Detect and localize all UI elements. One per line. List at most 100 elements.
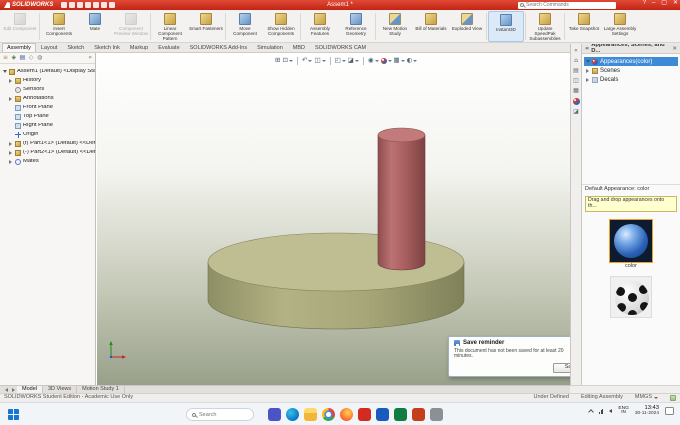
tree-item-front-plane[interactable]: Front Plane (0, 103, 95, 112)
ribbon-component-preview-window[interactable]: Component Preview Window (113, 11, 149, 42)
graphics-viewport[interactable]: Save reminder This document has not been… (97, 53, 570, 385)
file-explorer-app-icon[interactable] (304, 408, 317, 421)
tree-item-origin[interactable]: Origin (0, 130, 95, 139)
tab-motion-study-1[interactable]: Motion Study 1 (77, 386, 125, 393)
options-icon[interactable] (109, 2, 115, 8)
tree-item-part1[interactable]: (f) Part1<1> (Default) <<Defa (0, 139, 95, 148)
tab-sketch[interactable]: Sketch (62, 43, 89, 52)
network-icon[interactable] (598, 408, 604, 414)
edge-app-icon[interactable] (286, 408, 299, 421)
tree-item-sensors[interactable]: Sensors (0, 85, 95, 94)
ribbon-bill-of-materials[interactable]: Bill of Materials (413, 11, 449, 42)
new-file-icon[interactable] (61, 2, 67, 8)
teams-app-icon[interactable] (268, 408, 281, 421)
zoom-to-area-icon[interactable] (282, 57, 293, 64)
ribbon-move-component[interactable]: Move Component (227, 11, 263, 42)
expand-arrow-icon[interactable] (9, 142, 13, 146)
save-icon[interactable] (77, 2, 83, 8)
zoom-to-fit-icon[interactable] (275, 57, 280, 64)
blue-sphere-preview[interactable] (609, 219, 653, 264)
configurationmanager-tab-icon[interactable]: ▤ (20, 55, 26, 61)
maximize-icon[interactable]: ▢ (661, 0, 667, 6)
ribbon-update-speedpak[interactable]: Update SpeedPak Subassemblies (527, 11, 563, 42)
ribbon-show-hidden-components[interactable]: Show Hidden Components (263, 11, 299, 42)
tab-evaluate[interactable]: Evaluate (153, 43, 184, 52)
expand-arrow-icon[interactable] (3, 70, 7, 73)
expand-arrow-icon[interactable] (9, 97, 13, 101)
tree-item-decals[interactable]: Decals (584, 75, 678, 84)
ribbon-reference-geometry[interactable]: Reference Geometry (338, 11, 374, 42)
ribbon-take-snapshot[interactable]: Take Snapshot (566, 11, 602, 42)
tree-item-top-plane[interactable]: Top Plane (0, 112, 95, 121)
save-button[interactable]: Save (553, 363, 570, 373)
tab-solidworks-add-ins[interactable]: SOLIDWORKS Add-Ins (185, 43, 252, 52)
solidworks-app-icon[interactable] (358, 408, 371, 421)
tree-item-scenes[interactable]: Scenes (584, 66, 678, 75)
ribbon-smart-fasteners[interactable]: Smart Fasteners (188, 11, 224, 42)
tab-simulation[interactable]: Simulation (252, 43, 288, 52)
displaymanager-tab-icon[interactable]: ◍ (37, 55, 42, 61)
rebuild-icon[interactable] (101, 2, 107, 8)
word-app-icon[interactable] (376, 408, 389, 421)
language-indicator[interactable]: ENG IN (618, 406, 628, 417)
expand-arrow-icon[interactable] (9, 160, 13, 164)
hide-show-items-icon[interactable] (368, 57, 379, 64)
status-tag-icon[interactable] (670, 395, 676, 401)
start-button-icon[interactable] (8, 409, 19, 420)
design-library-icon[interactable] (573, 68, 579, 74)
tab-markup[interactable]: Markup (125, 43, 153, 52)
tab-3d-views[interactable]: 3D Views (43, 386, 78, 393)
close-icon[interactable] (672, 45, 677, 53)
ribbon-assembly-features[interactable]: Assembly Features (302, 11, 338, 42)
tree-item-mates[interactable]: Mates (0, 157, 95, 166)
ribbon-linear-component-pattern[interactable]: Linear Component Pattern (152, 11, 188, 42)
section-view-icon[interactable] (314, 57, 326, 64)
expand-arrow-icon[interactable] (9, 151, 13, 155)
appearances-scenes-icon[interactable] (572, 98, 580, 105)
view-palette-icon[interactable] (573, 88, 579, 94)
tree-item-assembly-root[interactable]: Assem1 (Default) <Display State (0, 67, 95, 76)
ribbon-insert-components[interactable]: Insert Components (41, 11, 77, 42)
command-search[interactable] (518, 1, 616, 9)
collapse-chevrons-icon[interactable] (574, 48, 578, 54)
undo-icon[interactable] (93, 2, 99, 8)
edit-appearance-icon[interactable] (380, 57, 392, 64)
volume-icon[interactable] (609, 409, 613, 414)
propertymanager-tab-icon[interactable]: ◈ (12, 55, 17, 61)
scroll-right-icon[interactable] (12, 387, 15, 392)
tree-item-appearances[interactable]: Appearances(color) (584, 57, 678, 66)
clock[interactable]: 13:43 30-11-2024 (635, 405, 659, 417)
tree-item-part2[interactable]: (-) Part2<1> (Default) <<Defa (0, 148, 95, 157)
hidden-icons-chevron[interactable] (588, 409, 594, 416)
firefox-app-icon[interactable] (340, 408, 353, 421)
expand-arrow-icon[interactable] (586, 69, 590, 73)
expand-arrow-icon[interactable] (586, 60, 590, 63)
soccer-ball-preview[interactable] (610, 276, 652, 319)
tree-item-history[interactable]: History (0, 76, 95, 85)
tab-layout[interactable]: Layout (36, 43, 63, 52)
help-icon[interactable]: ? (643, 0, 646, 6)
featuremanager-tab-icon[interactable]: ≡ (3, 55, 8, 61)
command-search-input[interactable] (526, 2, 614, 8)
solidworks-resources-icon[interactable] (574, 58, 578, 64)
scroll-left-icon[interactable] (5, 387, 8, 392)
tab-model[interactable]: Model (17, 386, 43, 393)
tree-item-right-plane[interactable]: Right Plane (0, 121, 95, 130)
tree-item-annotations[interactable]: Annotations (0, 94, 95, 103)
taskbar-search-input[interactable] (199, 411, 241, 418)
chrome-app-icon[interactable] (322, 408, 335, 421)
open-icon[interactable] (69, 2, 75, 8)
display-style-icon[interactable] (348, 57, 359, 64)
apply-scene-icon[interactable] (394, 57, 405, 64)
tab-sketch-ink[interactable]: Sketch Ink (89, 43, 125, 52)
excel-app-icon[interactable] (394, 408, 407, 421)
tab-assembly[interactable]: Assembly (2, 43, 36, 52)
tab-solidworks-cam[interactable]: SOLIDWORKS CAM (310, 43, 371, 52)
minimize-icon[interactable]: – (652, 0, 655, 6)
file-explorer-icon[interactable] (573, 78, 579, 84)
custom-properties-icon[interactable] (573, 109, 579, 115)
ribbon-mate[interactable]: Mate (77, 11, 113, 42)
taskbar-search[interactable] (186, 408, 254, 421)
ribbon-edit-component[interactable]: Edit Component (2, 11, 38, 42)
expand-arrow-icon[interactable] (9, 79, 13, 83)
